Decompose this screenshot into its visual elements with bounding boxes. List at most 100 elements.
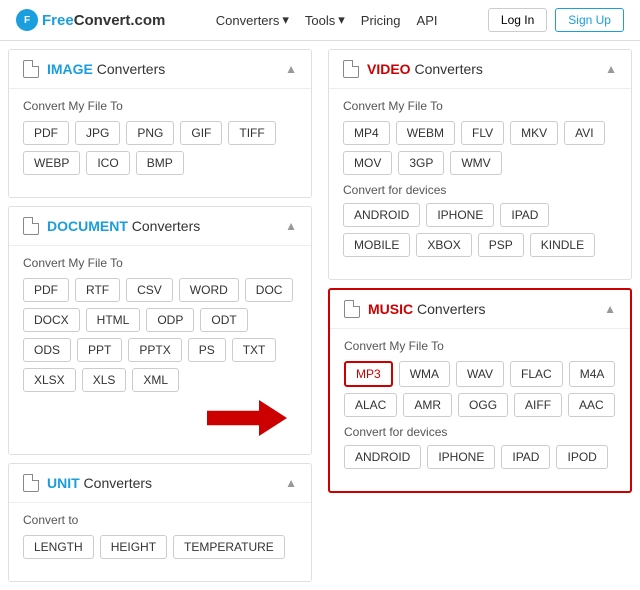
format-tiff[interactable]: TIFF xyxy=(228,121,275,145)
format-odt[interactable]: ODT xyxy=(200,308,247,332)
device-iphone-music[interactable]: IPHONE xyxy=(427,445,495,469)
format-rtf[interactable]: RTF xyxy=(75,278,120,302)
nav-api[interactable]: API xyxy=(417,13,438,28)
format-ico[interactable]: ICO xyxy=(86,151,129,175)
document-section: DOCUMENT Converters ▲ Convert My File To… xyxy=(8,206,312,455)
unit-title: UNIT Converters xyxy=(47,475,152,491)
device-ipad-music[interactable]: IPAD xyxy=(501,445,550,469)
video-icon xyxy=(343,60,359,78)
format-mp4[interactable]: MP4 xyxy=(343,121,390,145)
format-pptx[interactable]: PPTX xyxy=(128,338,181,362)
document-icon xyxy=(23,217,39,235)
format-jpg[interactable]: JPG xyxy=(75,121,120,145)
format-ogg[interactable]: OGG xyxy=(458,393,508,417)
format-xls[interactable]: XLS xyxy=(82,368,127,392)
format-aac[interactable]: AAC xyxy=(568,393,615,417)
format-pdf-doc[interactable]: PDF xyxy=(23,278,69,302)
format-png[interactable]: PNG xyxy=(126,121,174,145)
format-ps[interactable]: PS xyxy=(188,338,226,362)
format-webp[interactable]: WEBP xyxy=(23,151,80,175)
format-flac[interactable]: FLAC xyxy=(510,361,563,387)
document-header-left: DOCUMENT Converters xyxy=(23,217,200,235)
login-button[interactable]: Log In xyxy=(488,8,547,32)
device-iphone-video[interactable]: IPHONE xyxy=(426,203,494,227)
logo[interactable]: F FreeConvert.com xyxy=(16,9,165,31)
music-devices-label: Convert for devices xyxy=(344,425,616,439)
document-collapse-icon[interactable]: ▲ xyxy=(285,219,297,233)
device-xbox-video[interactable]: XBOX xyxy=(416,233,471,257)
format-word[interactable]: WORD xyxy=(179,278,239,302)
format-pdf-img[interactable]: PDF xyxy=(23,121,69,145)
format-amr[interactable]: AMR xyxy=(403,393,452,417)
image-convert-label: Convert My File To xyxy=(23,99,297,113)
format-height[interactable]: HEIGHT xyxy=(100,535,167,559)
device-kindle-video[interactable]: KINDLE xyxy=(530,233,595,257)
left-column: IMAGE Converters ▲ Convert My File To PD… xyxy=(0,41,320,590)
format-bmp[interactable]: BMP xyxy=(136,151,184,175)
format-length[interactable]: LENGTH xyxy=(23,535,94,559)
format-aiff[interactable]: AIFF xyxy=(514,393,562,417)
format-xml[interactable]: XML xyxy=(132,368,179,392)
device-android-video[interactable]: ANDROID xyxy=(343,203,420,227)
right-column: VIDEO Converters ▲ Convert My File To MP… xyxy=(320,41,640,590)
signup-button[interactable]: Sign Up xyxy=(555,8,624,32)
music-title: MUSIC Converters xyxy=(368,301,485,317)
music-section-header: MUSIC Converters ▲ xyxy=(330,290,630,329)
video-collapse-icon[interactable]: ▲ xyxy=(605,62,617,76)
video-header-left: VIDEO Converters xyxy=(343,60,483,78)
nav-converters[interactable]: Converters ▾ xyxy=(216,12,289,28)
format-html[interactable]: HTML xyxy=(86,308,141,332)
nav-pricing[interactable]: Pricing xyxy=(361,13,401,28)
format-mkv[interactable]: MKV xyxy=(510,121,558,145)
image-format-grid: PDF JPG PNG GIF TIFF WEBP ICO BMP xyxy=(23,121,297,175)
format-wav[interactable]: WAV xyxy=(456,361,504,387)
format-alac[interactable]: ALAC xyxy=(344,393,397,417)
device-ipad-video[interactable]: IPAD xyxy=(500,203,549,227)
image-section-body: Convert My File To PDF JPG PNG GIF TIFF … xyxy=(9,89,311,197)
image-collapse-icon[interactable]: ▲ xyxy=(285,62,297,76)
format-doc[interactable]: DOC xyxy=(245,278,294,302)
format-mp3[interactable]: MP3 xyxy=(344,361,393,387)
format-wmv[interactable]: WMV xyxy=(450,151,501,175)
device-ipod-music[interactable]: IPOD xyxy=(556,445,607,469)
video-title: VIDEO Converters xyxy=(367,61,483,77)
format-wma[interactable]: WMA xyxy=(399,361,450,387)
image-icon xyxy=(23,60,39,78)
nav-tools[interactable]: Tools ▾ xyxy=(305,12,345,28)
image-section: IMAGE Converters ▲ Convert My File To PD… xyxy=(8,49,312,198)
format-ods[interactable]: ODS xyxy=(23,338,71,362)
format-mov[interactable]: MOV xyxy=(343,151,392,175)
format-odp[interactable]: ODP xyxy=(146,308,194,332)
format-gif[interactable]: GIF xyxy=(180,121,222,145)
music-header-left: MUSIC Converters xyxy=(344,300,485,318)
music-collapse-icon[interactable]: ▲ xyxy=(604,302,616,316)
document-convert-label: Convert My File To xyxy=(23,256,297,270)
format-csv[interactable]: CSV xyxy=(126,278,173,302)
device-android-music[interactable]: ANDROID xyxy=(344,445,421,469)
unit-collapse-icon[interactable]: ▲ xyxy=(285,476,297,490)
unit-section: UNIT Converters ▲ Convert to LENGTH HEIG… xyxy=(8,463,312,582)
format-flv[interactable]: FLV xyxy=(461,121,504,145)
logo-icon: F xyxy=(16,9,38,31)
format-txt[interactable]: TXT xyxy=(232,338,277,362)
format-3gp[interactable]: 3GP xyxy=(398,151,444,175)
image-header-left: IMAGE Converters xyxy=(23,60,165,78)
format-temperature[interactable]: TEMPERATURE xyxy=(173,535,285,559)
format-ppt[interactable]: PPT xyxy=(77,338,122,362)
image-title: IMAGE Converters xyxy=(47,61,165,77)
format-m4a[interactable]: M4A xyxy=(569,361,616,387)
music-icon xyxy=(344,300,360,318)
unit-header-left: UNIT Converters xyxy=(23,474,152,492)
device-psp-video[interactable]: PSP xyxy=(478,233,524,257)
unit-section-body: Convert to LENGTH HEIGHT TEMPERATURE xyxy=(9,503,311,581)
format-webm[interactable]: WEBM xyxy=(396,121,455,145)
device-mobile-video[interactable]: MOBILE xyxy=(343,233,410,257)
document-format-grid: PDF RTF CSV WORD DOC DOCX HTML ODP ODT O… xyxy=(23,278,297,392)
image-section-header: IMAGE Converters ▲ xyxy=(9,50,311,89)
video-section-body: Convert My File To MP4 WEBM FLV MKV AVI … xyxy=(329,89,631,279)
music-section: MUSIC Converters ▲ Convert My File To MP… xyxy=(328,288,632,493)
unit-icon xyxy=(23,474,39,492)
format-docx[interactable]: DOCX xyxy=(23,308,80,332)
format-avi[interactable]: AVI xyxy=(564,121,604,145)
format-xlsx[interactable]: XLSX xyxy=(23,368,76,392)
